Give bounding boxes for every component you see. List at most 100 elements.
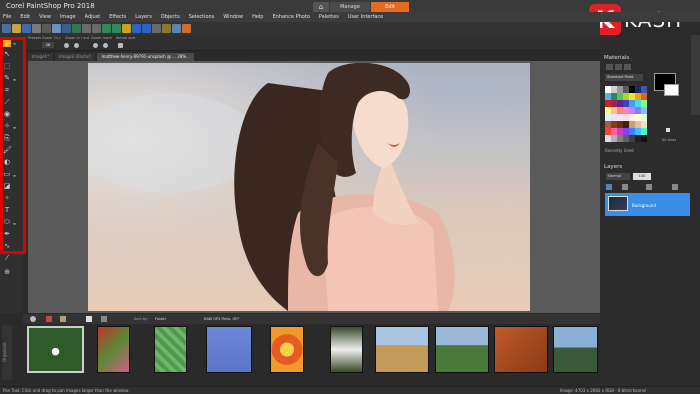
thumbnail-leaves[interactable] xyxy=(154,326,187,373)
dropper-picker-icon[interactable]: ⁄ xyxy=(3,255,11,262)
save-icon[interactable] xyxy=(22,24,31,33)
all-tools-checkbox[interactable]: All tools xyxy=(662,138,676,142)
thumbnail-fruits[interactable] xyxy=(97,326,130,373)
materials-title: Materials xyxy=(604,55,630,61)
organizer-edit-icon[interactable] xyxy=(60,316,66,322)
menu-selections[interactable]: Selections xyxy=(189,14,215,20)
zoom-label: Zoom (%): xyxy=(42,36,61,40)
transparent-toggle-icon[interactable] xyxy=(666,128,670,132)
save-as-icon[interactable] xyxy=(32,24,41,33)
main-toolbar xyxy=(0,22,600,35)
ruler-icon[interactable] xyxy=(162,24,171,33)
color-swatch[interactable] xyxy=(641,135,647,142)
document-tabs: Image1* Image2 (Raster) matthew-henry-69… xyxy=(28,51,600,61)
menu-edit[interactable]: Edit xyxy=(20,14,30,20)
doc-tab-image1[interactable]: Image1* xyxy=(28,53,54,61)
thumbnail-cockatoo[interactable] xyxy=(330,326,363,373)
tab-edit[interactable]: Edit xyxy=(371,2,409,12)
thumbnail-meadow[interactable] xyxy=(435,326,489,373)
menu-effects[interactable]: Effects xyxy=(109,14,126,20)
layer-delete-icon[interactable] xyxy=(672,184,678,190)
color-swatch[interactable] xyxy=(641,86,647,93)
thumbnail-stone[interactable] xyxy=(494,326,548,373)
color-swatch[interactable] xyxy=(641,114,647,121)
organizer-camera-icon[interactable] xyxy=(30,316,36,322)
zoom-in-icon[interactable] xyxy=(132,24,141,33)
menu-layers[interactable]: Layers xyxy=(135,14,152,20)
rotate-left-icon[interactable] xyxy=(102,24,111,33)
undo-icon[interactable] xyxy=(82,24,91,33)
add-tool-icon[interactable]: ⊕ xyxy=(3,269,11,276)
rainbow-tab-icon[interactable] xyxy=(615,64,622,70)
copy-icon[interactable] xyxy=(52,24,61,33)
menu-view[interactable]: View xyxy=(39,14,51,20)
zoom-fit-icon[interactable] xyxy=(103,43,108,48)
color-swatch[interactable] xyxy=(641,121,647,128)
print-icon[interactable] xyxy=(42,24,51,33)
actual-size-icon[interactable] xyxy=(118,43,123,48)
opacity-input[interactable]: 100 xyxy=(633,173,651,180)
color-swatch[interactable] xyxy=(641,93,647,100)
thumbnail-heart[interactable] xyxy=(206,326,252,373)
edited-photo[interactable] xyxy=(88,63,530,311)
organizer-view-icon[interactable] xyxy=(86,316,92,322)
color-swatches[interactable] xyxy=(605,86,647,142)
swatches-tab-icon[interactable] xyxy=(624,64,631,70)
organizer-filter-icon[interactable] xyxy=(101,316,107,322)
menu-file[interactable]: File xyxy=(3,14,11,20)
rotate-right-icon[interactable] xyxy=(112,24,121,33)
menu-objects[interactable]: Objects xyxy=(161,14,180,20)
sort-by-label: Sort by: xyxy=(134,317,148,321)
organizer-tab[interactable]: Organizer xyxy=(2,325,12,380)
zoom-value-input[interactable]: 28 xyxy=(42,42,54,48)
thumbnail-flower[interactable] xyxy=(27,326,84,373)
raw-pairs-toggle[interactable]: RAW UP3 Pairs: OFF xyxy=(204,317,239,321)
menu-user-interface[interactable]: User Interface xyxy=(348,14,383,20)
color-swatch[interactable] xyxy=(641,100,647,107)
layer-mask-icon[interactable] xyxy=(622,184,628,190)
photo-illustration xyxy=(88,63,530,311)
new-icon[interactable] xyxy=(2,24,11,33)
menu-enhance-photo[interactable]: Enhance Photo xyxy=(272,14,309,20)
zoom-in-option-icon[interactable] xyxy=(64,43,69,48)
grid-icon[interactable] xyxy=(152,24,161,33)
doc-tab-image2[interactable]: Image2 (Raster) xyxy=(55,53,96,61)
menu-help[interactable]: Help xyxy=(252,14,263,20)
frame-tab-icon[interactable] xyxy=(606,64,613,70)
menu-adjust[interactable]: Adjust xyxy=(85,14,101,20)
toolbox-highlight-frame xyxy=(0,37,26,254)
zoom-out-option-icon[interactable] xyxy=(74,43,79,48)
menu-image[interactable]: Image xyxy=(60,14,76,20)
color-swatch[interactable] xyxy=(641,128,647,135)
thumbnail-river[interactable] xyxy=(553,326,598,373)
color-swatch[interactable] xyxy=(641,107,647,114)
paste-icon[interactable] xyxy=(62,24,71,33)
history-icon[interactable] xyxy=(182,24,191,33)
blend-mode-select[interactable]: Normal xyxy=(606,173,630,180)
menu-window[interactable]: Window xyxy=(223,14,243,20)
organizer-tag-icon[interactable] xyxy=(46,316,52,322)
redo-icon[interactable] xyxy=(92,24,101,33)
thumbnail-spiral[interactable] xyxy=(270,326,304,373)
doc-tab-active[interactable]: matthew-henry-69791-unsplash @ ... 28%..… xyxy=(97,53,194,61)
new-layer-icon[interactable] xyxy=(606,184,612,190)
zoom-out-icon[interactable] xyxy=(142,24,151,33)
enhance-icon[interactable] xyxy=(122,24,131,33)
layer-name: Background xyxy=(632,203,656,208)
layers-toggle-icon[interactable] xyxy=(172,24,181,33)
crop-icon[interactable] xyxy=(72,24,81,33)
learning-center-tab[interactable] xyxy=(691,35,700,115)
zoom-more-icon[interactable] xyxy=(93,43,98,48)
zoom-more-label: Zoom more xyxy=(91,36,112,40)
home-icon[interactable]: ⌂ xyxy=(313,2,329,12)
layer-link-icon[interactable] xyxy=(646,184,652,190)
background-color-swatch[interactable] xyxy=(664,84,679,96)
menu-palettes[interactable]: Palettes xyxy=(319,14,339,20)
thumbnail-desert[interactable] xyxy=(375,326,429,373)
open-icon[interactable] xyxy=(12,24,21,33)
status-hint: Pan Tool: Click and drag to pan images l… xyxy=(3,388,130,393)
tab-manage[interactable]: Manage xyxy=(330,2,370,12)
sort-by-select[interactable]: Folder xyxy=(155,317,166,321)
palette-select[interactable]: Standard Palet xyxy=(605,74,643,81)
layers-title: Layers xyxy=(604,164,623,170)
